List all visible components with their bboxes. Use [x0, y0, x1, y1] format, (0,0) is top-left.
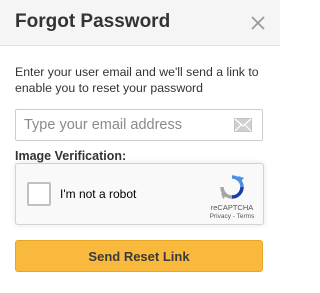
dialog-title: Forgot Password	[15, 11, 171, 32]
instructions-text: Enter your user email and we'll send a l…	[15, 65, 259, 95]
recaptcha-widget: I'm not a robot reCAPTCHA Privacy - Term…	[15, 163, 264, 225]
email-field[interactable]	[15, 109, 263, 141]
envelope-icon	[234, 118, 252, 132]
close-icon[interactable]	[251, 16, 265, 30]
dialog-header: Forgot Password	[0, 0, 280, 46]
recaptcha-terms-link[interactable]: Terms	[237, 213, 255, 220]
recaptcha-links: Privacy - Terms	[206, 213, 258, 220]
email-input[interactable]	[16, 110, 228, 140]
forgot-password-dialog: Forgot Password Enter your user email an…	[0, 0, 280, 293]
recaptcha-checkbox-label: I'm not a robot	[60, 187, 137, 201]
image-verification-label: Image Verification:	[15, 149, 127, 163]
recaptcha-checkbox[interactable]	[27, 182, 51, 206]
recaptcha-logo-icon	[220, 175, 244, 199]
recaptcha-brand: reCAPTCHA	[210, 203, 254, 212]
recaptcha-privacy-link[interactable]: Privacy	[210, 213, 231, 220]
send-reset-link-button[interactable]: Send Reset Link	[15, 240, 263, 272]
